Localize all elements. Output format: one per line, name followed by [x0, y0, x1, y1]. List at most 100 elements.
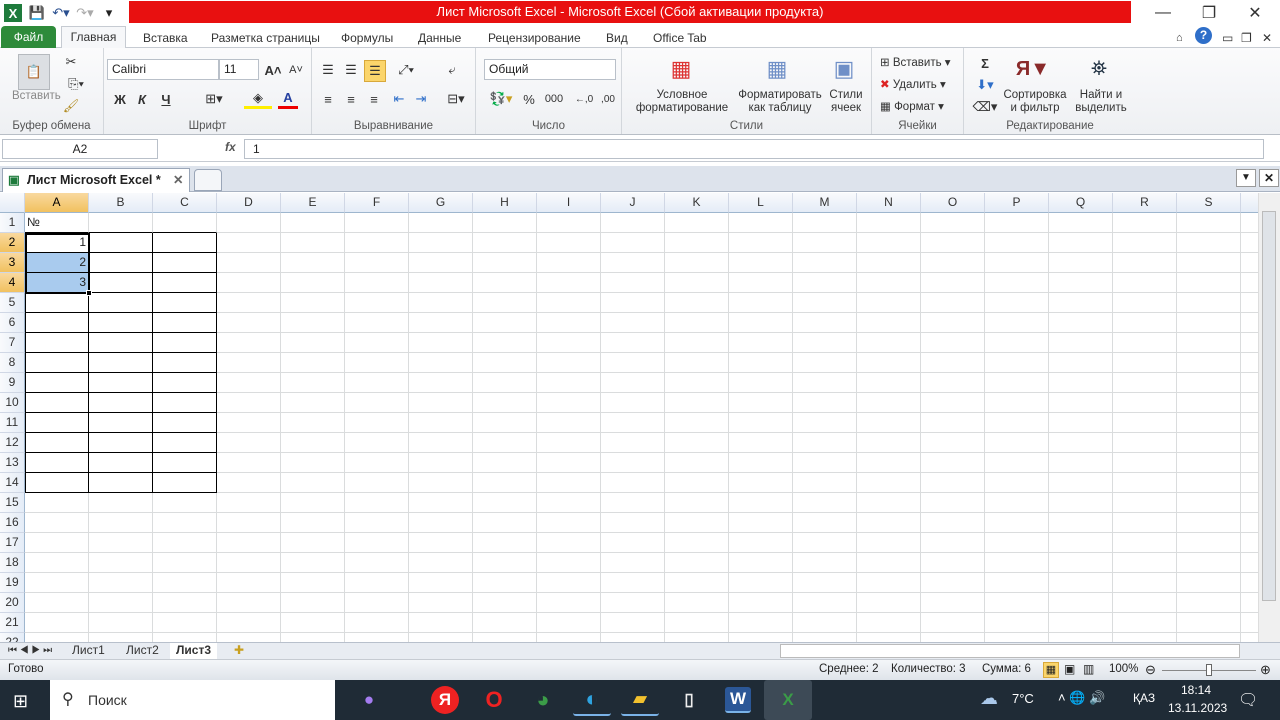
- cell-N1[interactable]: [857, 213, 921, 233]
- row-header-3[interactable]: 3: [0, 253, 25, 273]
- cell-N2[interactable]: [857, 233, 921, 253]
- tab-file[interactable]: Файл: [1, 26, 56, 48]
- cell-Q11[interactable]: [1049, 413, 1113, 433]
- cell-B3[interactable]: [89, 253, 153, 273]
- cell-N5[interactable]: [857, 293, 921, 313]
- cell-Q22[interactable]: [1049, 633, 1113, 642]
- notifications-icon[interactable]: 🗨: [1238, 690, 1258, 710]
- chrome-icon[interactable]: ◕: [524, 684, 562, 716]
- cell-O20[interactable]: [921, 593, 985, 613]
- cell-I15[interactable]: [537, 493, 601, 513]
- cell-L5[interactable]: [729, 293, 793, 313]
- cell-L19[interactable]: [729, 573, 793, 593]
- cell-A5[interactable]: [25, 293, 89, 313]
- cell-C17[interactable]: [153, 533, 217, 553]
- document-tab[interactable]: ▣ Лист Microsoft Excel * ✕: [2, 168, 190, 192]
- cell-A1[interactable]: №: [25, 213, 89, 233]
- cell-O6[interactable]: [921, 313, 985, 333]
- fill-icon[interactable]: ⬇▾: [972, 76, 998, 94]
- cell-R21[interactable]: [1113, 613, 1177, 633]
- cell-M7[interactable]: [793, 333, 857, 353]
- cell-T10[interactable]: [1241, 393, 1258, 413]
- cell-E4[interactable]: [281, 273, 345, 293]
- cell-D8[interactable]: [217, 353, 281, 373]
- cell-N3[interactable]: [857, 253, 921, 273]
- cell-G22[interactable]: [409, 633, 473, 642]
- row-header-2[interactable]: 2: [0, 233, 25, 253]
- cell-L10[interactable]: [729, 393, 793, 413]
- conditional-formatting-button[interactable]: Условное форматирование: [628, 89, 736, 115]
- cell-C5[interactable]: [153, 293, 217, 313]
- cell-R5[interactable]: [1113, 293, 1177, 313]
- cell-J20[interactable]: [601, 593, 665, 613]
- insert-sheet-icon[interactable]: ✚: [228, 643, 250, 659]
- format-cells-button[interactable]: ▦ Формат ▾: [880, 99, 944, 113]
- cell-M11[interactable]: [793, 413, 857, 433]
- cell-D16[interactable]: [217, 513, 281, 533]
- cell-I11[interactable]: [537, 413, 601, 433]
- cell-L13[interactable]: [729, 453, 793, 473]
- cell-P4[interactable]: [985, 273, 1049, 293]
- cell-styles-button[interactable]: Стили ячеек: [824, 89, 868, 115]
- cell-K3[interactable]: [665, 253, 729, 273]
- cell-T3[interactable]: [1241, 253, 1258, 273]
- row-header-18[interactable]: 18: [0, 553, 25, 573]
- cell-K6[interactable]: [665, 313, 729, 333]
- cell-C18[interactable]: [153, 553, 217, 573]
- cell-E17[interactable]: [281, 533, 345, 553]
- cell-L8[interactable]: [729, 353, 793, 373]
- column-header-K[interactable]: K: [665, 193, 729, 213]
- cell-B21[interactable]: [89, 613, 153, 633]
- cell-F15[interactable]: [345, 493, 409, 513]
- cell-T9[interactable]: [1241, 373, 1258, 393]
- cell-A17[interactable]: [25, 533, 89, 553]
- cell-B12[interactable]: [89, 433, 153, 453]
- cell-G4[interactable]: [409, 273, 473, 293]
- cell-S21[interactable]: [1177, 613, 1241, 633]
- cell-B8[interactable]: [89, 353, 153, 373]
- decrease-indent-icon[interactable]: ⇤: [390, 89, 408, 109]
- notepad-icon[interactable]: ▯: [670, 684, 708, 716]
- cell-Q8[interactable]: [1049, 353, 1113, 373]
- column-header-N[interactable]: N: [857, 193, 921, 213]
- cell-I8[interactable]: [537, 353, 601, 373]
- cell-S11[interactable]: [1177, 413, 1241, 433]
- cell-C1[interactable]: [153, 213, 217, 233]
- cell-F20[interactable]: [345, 593, 409, 613]
- cell-T20[interactable]: [1241, 593, 1258, 613]
- cell-P19[interactable]: [985, 573, 1049, 593]
- decrease-decimal-icon[interactable]: ,00: [598, 89, 618, 109]
- row-header-7[interactable]: 7: [0, 333, 25, 353]
- cell-O10[interactable]: [921, 393, 985, 413]
- cell-E19[interactable]: [281, 573, 345, 593]
- row-header-9[interactable]: 9: [0, 373, 25, 393]
- cell-E7[interactable]: [281, 333, 345, 353]
- font-name-select[interactable]: Calibri: [107, 59, 219, 80]
- cell-C13[interactable]: [153, 453, 217, 473]
- cell-H1[interactable]: [473, 213, 537, 233]
- cell-E15[interactable]: [281, 493, 345, 513]
- cell-L3[interactable]: [729, 253, 793, 273]
- word-icon[interactable]: W: [725, 687, 751, 713]
- cell-L14[interactable]: [729, 473, 793, 493]
- percent-button[interactable]: %: [521, 89, 537, 109]
- cell-D3[interactable]: [217, 253, 281, 273]
- cell-S2[interactable]: [1177, 233, 1241, 253]
- cell-S18[interactable]: [1177, 553, 1241, 573]
- row-header-13[interactable]: 13: [0, 453, 25, 473]
- cell-A18[interactable]: [25, 553, 89, 573]
- cell-Q19[interactable]: [1049, 573, 1113, 593]
- cell-C9[interactable]: [153, 373, 217, 393]
- cell-I22[interactable]: [537, 633, 601, 642]
- cell-A12[interactable]: [25, 433, 89, 453]
- cell-T15[interactable]: [1241, 493, 1258, 513]
- cell-K11[interactable]: [665, 413, 729, 433]
- cell-K7[interactable]: [665, 333, 729, 353]
- align-right-icon[interactable]: ≡: [365, 89, 383, 109]
- cell-C16[interactable]: [153, 513, 217, 533]
- cut-icon[interactable]: ✂: [62, 53, 80, 71]
- cell-F7[interactable]: [345, 333, 409, 353]
- cell-S16[interactable]: [1177, 513, 1241, 533]
- name-box[interactable]: A2: [2, 139, 158, 159]
- cell-G19[interactable]: [409, 573, 473, 593]
